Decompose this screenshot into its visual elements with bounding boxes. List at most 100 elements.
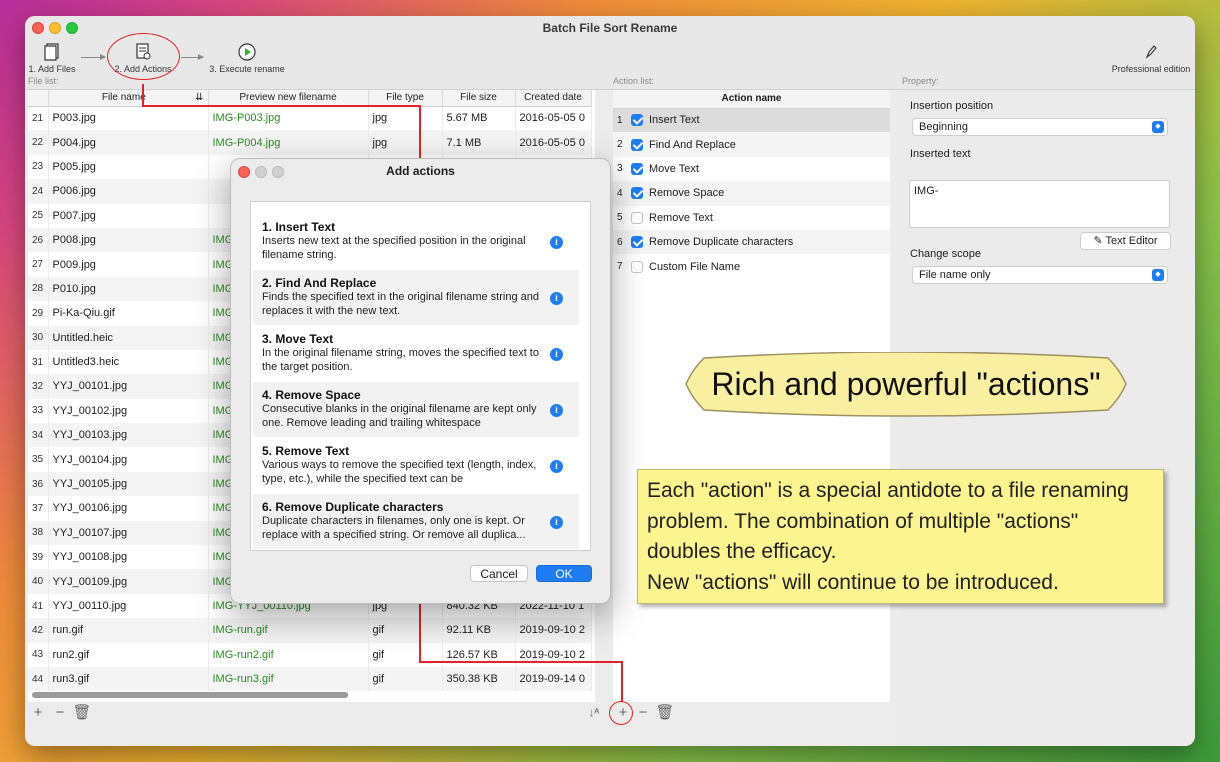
- promo-note: Each "action" is a special antidote to a…: [637, 469, 1164, 604]
- action-row[interactable]: 4 Remove Space: [613, 181, 890, 206]
- created-date-cell: 2019-09-10 2: [515, 618, 592, 643]
- action-checkbox[interactable]: [631, 138, 643, 151]
- sort-icon[interactable]: ⇊: [195, 92, 203, 103]
- column-header-type[interactable]: File type: [368, 90, 443, 107]
- action-checkbox[interactable]: [631, 163, 643, 176]
- change-scope-value: File name only: [919, 269, 991, 281]
- action-row[interactable]: 5 Remove Text: [613, 206, 890, 230]
- trash-icon[interactable]: 🗑: [655, 702, 675, 724]
- action-choice-list[interactable]: 1. Insert Text Inserts new text at the sp…: [250, 201, 591, 551]
- column-header-number[interactable]: [28, 90, 49, 107]
- professional-edition-button[interactable]: Professional edition: [1109, 42, 1193, 74]
- file-size-cell: 5.67 MB: [442, 106, 516, 131]
- annotation-line: [142, 84, 144, 106]
- action-row[interactable]: 6 Remove Duplicate characters: [613, 229, 890, 255]
- action-checkbox[interactable]: [631, 187, 643, 200]
- file-list-label: File list:: [28, 76, 59, 86]
- pen-icon: [1145, 45, 1157, 59]
- annotation-line: [419, 661, 622, 663]
- row-number: 42: [28, 618, 49, 643]
- column-header-size[interactable]: File size: [442, 90, 516, 107]
- action-choice-title: 6. Remove Duplicate characters: [262, 500, 444, 514]
- file-name-cell: Untitled3.heic: [48, 349, 209, 375]
- table-row[interactable]: 44 run3.gif IMG-run3.gif gif 350.38 KB 2019-0…: [28, 666, 592, 692]
- file-name-cell: run.gif: [48, 618, 209, 643]
- action-checkbox[interactable]: [631, 114, 643, 127]
- change-scope-select[interactable]: File name only ◆: [912, 266, 1168, 284]
- column-header-date[interactable]: Created date: [515, 90, 592, 107]
- table-row[interactable]: 21 P003.jpg IMG-P003.jpg jpg 5.67 MB 2016-05-…: [28, 106, 592, 131]
- action-choice-item[interactable]: 3. Move Text In the original filename str…: [253, 326, 579, 381]
- info-icon[interactable]: i: [550, 404, 563, 417]
- file-name-cell: YYJ_00101.jpg: [48, 374, 209, 399]
- file-name-cell: YYJ_00104.jpg: [48, 447, 209, 472]
- action-choice-description: Duplicate characters in filenames, only …: [262, 515, 526, 541]
- action-choice-item[interactable]: 2. Find And Replace Finds the specified t…: [253, 270, 579, 325]
- remove-file-icon[interactable]: −: [50, 702, 70, 724]
- action-choice-item[interactable]: 6. Remove Duplicate characters Duplicate …: [253, 494, 579, 549]
- cancel-button[interactable]: Cancel: [470, 565, 528, 582]
- table-row[interactable]: 22 P004.jpg IMG-P004.jpg jpg 7.1 MB 2016-05-0…: [28, 130, 592, 155]
- column-header-preview[interactable]: Preview new filename: [208, 90, 369, 107]
- dialog-title: Add actions: [386, 164, 455, 178]
- preview-name-cell: IMG-P003.jpg: [208, 106, 369, 131]
- sort-az-icon[interactable]: ↓ᴬ: [584, 702, 604, 724]
- info-icon[interactable]: i: [550, 460, 563, 473]
- file-name-cell: run2.gif: [48, 642, 209, 667]
- row-number: 37: [28, 496, 49, 521]
- action-choice-description: Consecutive blanks in the original filen…: [262, 403, 537, 429]
- info-icon[interactable]: i: [550, 236, 563, 249]
- action-row[interactable]: 1 Insert Text: [613, 108, 890, 133]
- table-row[interactable]: 43 run2.gif IMG-run2.gif gif 126.57 KB 2019-0…: [28, 642, 592, 667]
- row-number: 34: [28, 423, 49, 448]
- table-row[interactable]: 42 run.gif IMG-run.gif gif 92.11 KB 2019-09-1…: [28, 618, 592, 643]
- file-name-cell: P004.jpg: [48, 130, 209, 155]
- column-header-file-name[interactable]: File name ⇊: [48, 90, 209, 107]
- info-icon[interactable]: i: [550, 292, 563, 305]
- row-number: 27: [28, 252, 49, 277]
- action-checkbox[interactable]: [631, 211, 643, 224]
- change-scope-label: Change scope: [910, 248, 981, 260]
- action-choice-item[interactable]: 5. Remove Text Various ways to remove the…: [253, 438, 579, 493]
- file-type-cell: jpg: [368, 106, 443, 131]
- info-icon[interactable]: i: [550, 516, 563, 529]
- action-checkbox[interactable]: [631, 236, 643, 249]
- action-choice-description: Finds the specified text in the original…: [262, 291, 539, 317]
- document-icon: [44, 43, 59, 61]
- professional-edition-label: Professional edition: [1111, 64, 1191, 74]
- remove-action-icon[interactable]: −: [633, 702, 653, 724]
- preview-name-cell: IMG-run2.gif: [208, 642, 369, 667]
- action-choice-description: Various ways to remove the specified tex…: [262, 459, 537, 485]
- action-list-label: Action list:: [613, 76, 655, 86]
- file-name-cell: YYJ_00109.jpg: [48, 569, 209, 594]
- add-files-button[interactable]: 1. Add Files: [28, 42, 76, 74]
- ok-button[interactable]: OK: [536, 565, 592, 582]
- action-row[interactable]: 7 Custom File Name: [613, 254, 890, 278]
- highlight-circle: [609, 701, 633, 725]
- row-number: 36: [28, 471, 49, 497]
- insertion-position-select[interactable]: Beginning ◆: [912, 118, 1168, 136]
- file-size-cell: 350.38 KB: [442, 666, 516, 692]
- title-bar: Batch File Sort Rename 1. Add Files 2. A…: [25, 16, 1195, 90]
- file-size-cell: 92.11 KB: [442, 618, 516, 643]
- file-name-cell: YYJ_00110.jpg: [48, 593, 209, 619]
- action-row[interactable]: 2 Find And Replace: [613, 132, 890, 157]
- column-header-action-name: Action name: [613, 90, 890, 109]
- file-name-cell: P008.jpg: [48, 227, 209, 253]
- text-editor-button[interactable]: ✎ Text Editor: [1080, 232, 1171, 250]
- row-number: 28: [28, 276, 49, 302]
- note-line: New "actions" will continue to be introd…: [647, 570, 1059, 594]
- action-choice-item[interactable]: 1. Insert Text Inserts new text at the sp…: [253, 214, 579, 269]
- add-file-icon[interactable]: +: [28, 702, 48, 724]
- action-row[interactable]: 3 Move Text: [613, 157, 890, 181]
- insertion-position-value: Beginning: [919, 121, 968, 133]
- horizontal-scrollbar[interactable]: [32, 692, 348, 698]
- inserted-text-field[interactable]: IMG-: [909, 180, 1170, 228]
- trash-icon[interactable]: 🗑: [72, 702, 92, 724]
- info-icon[interactable]: i: [550, 348, 563, 361]
- action-checkbox[interactable]: [631, 260, 643, 273]
- preview-name-cell: IMG-run.gif: [208, 618, 369, 643]
- action-choice-item[interactable]: 4. Remove Space Consecutive blanks in the…: [253, 382, 579, 437]
- execute-rename-button[interactable]: 3. Execute rename: [208, 42, 286, 74]
- file-name-cell: P005.jpg: [48, 154, 209, 180]
